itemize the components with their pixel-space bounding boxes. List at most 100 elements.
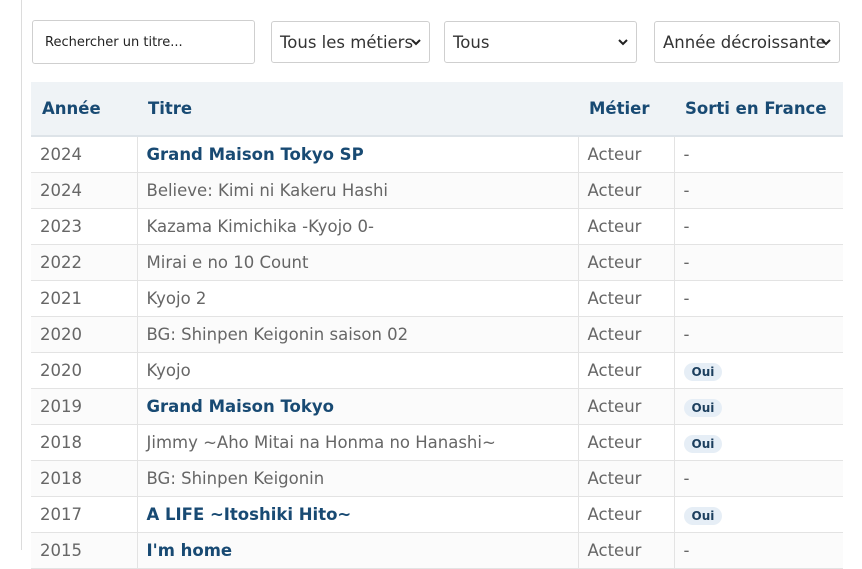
order-select-value: Année décroissante bbox=[663, 32, 826, 52]
released-value: - bbox=[683, 181, 690, 200]
row-title-link[interactable]: Grand Maison Tokyo bbox=[147, 397, 334, 416]
row-job: Acteur bbox=[577, 496, 674, 533]
table-row: 2024 Believe: Kimi ni Kakeru Hashi Acteur - bbox=[31, 172, 843, 209]
row-year: 2024 bbox=[31, 136, 137, 173]
row-year: 2018 bbox=[31, 460, 137, 497]
row-title: BG: Shinpen Keigonin bbox=[146, 469, 325, 488]
row-job: Acteur bbox=[577, 388, 674, 425]
released-value: - bbox=[683, 325, 690, 344]
table-row: 2018 Jimmy ~Aho Mitai na Honma no Hanashi… bbox=[31, 424, 843, 461]
row-released-cell: - bbox=[673, 316, 843, 353]
row-title-cell: Kazama Kimichika -Kyojo 0- bbox=[136, 208, 578, 245]
row-released-cell: Oui bbox=[673, 424, 843, 461]
table-row: 2015 I'm home Acteur - bbox=[31, 532, 843, 569]
row-released-cell: - bbox=[673, 208, 843, 245]
row-title: Kyojo 2 bbox=[146, 289, 207, 308]
row-job: Acteur bbox=[577, 244, 674, 281]
row-title-cell: BG: Shinpen Keigonin bbox=[136, 460, 578, 497]
row-year: 2020 bbox=[31, 352, 137, 389]
table-row: 2023 Kazama Kimichika -Kyojo 0- Acteur - bbox=[31, 208, 843, 245]
row-job: Acteur bbox=[577, 352, 674, 389]
released-value: - bbox=[683, 253, 690, 272]
table-row: 2020 Kyojo Acteur Oui bbox=[31, 352, 843, 389]
table-row: 2019 Grand Maison Tokyo Acteur Oui bbox=[31, 388, 843, 425]
released-value: - bbox=[683, 145, 690, 164]
table-row: 2020 BG: Shinpen Keigonin saison 02 Acteur… bbox=[31, 316, 843, 353]
filter-bar: Tous les métiers Tous Année décroissante bbox=[0, 20, 862, 66]
row-title-cell[interactable]: Grand Maison Tokyo bbox=[136, 388, 578, 425]
released-value: - bbox=[683, 469, 690, 488]
row-title-cell: Kyojo bbox=[136, 352, 578, 389]
row-title: Jimmy ~Aho Mitai na Honma no Hanashi~ bbox=[146, 433, 496, 452]
row-released-cell: - bbox=[673, 532, 843, 569]
released-value: - bbox=[683, 541, 690, 560]
column-header-job[interactable]: Métier bbox=[578, 82, 674, 137]
row-year: 2024 bbox=[31, 172, 137, 209]
released-value: - bbox=[683, 217, 690, 236]
table-row: 2018 BG: Shinpen Keigonin Acteur - bbox=[31, 460, 843, 497]
row-title: Mirai e no 10 Count bbox=[146, 253, 309, 272]
row-year: 2019 bbox=[31, 388, 137, 425]
table-header-row: Année Titre Métier Sorti en France bbox=[31, 82, 843, 137]
released-value: - bbox=[683, 289, 690, 308]
row-job: Acteur bbox=[577, 136, 674, 173]
row-job: Acteur bbox=[577, 460, 674, 497]
row-job: Acteur bbox=[577, 208, 674, 245]
row-title-cell: Kyojo 2 bbox=[136, 280, 578, 317]
row-title: BG: Shinpen Keigonin bbox=[146, 325, 325, 344]
released-badge: Oui bbox=[683, 434, 723, 453]
row-title: Kazama Kimichika -Kyojo 0- bbox=[146, 217, 374, 236]
row-title-cell[interactable]: A LIFE ~Itoshiki Hito~ bbox=[136, 496, 578, 533]
released-badge: Oui bbox=[683, 506, 723, 525]
row-title: Believe: Kimi ni Kakeru Hashi bbox=[146, 181, 389, 200]
chevron-down-icon bbox=[821, 39, 831, 46]
metier-select[interactable]: Tous les métiers bbox=[271, 21, 430, 63]
table-row: 2017 A LIFE ~Itoshiki Hito~ Acteur Oui bbox=[31, 496, 843, 533]
row-title-link[interactable]: A LIFE ~Itoshiki Hito~ bbox=[147, 505, 352, 524]
chevron-down-icon bbox=[618, 39, 628, 46]
row-title-cell: BG: Shinpen Keigonin saison 02 bbox=[136, 316, 578, 353]
table-row: 2024 Grand Maison Tokyo SP Acteur - bbox=[31, 136, 843, 173]
column-header-title[interactable]: Titre bbox=[137, 82, 578, 137]
row-year: 2020 bbox=[31, 316, 137, 353]
row-job: Acteur bbox=[577, 316, 674, 353]
row-title-cell[interactable]: Grand Maison Tokyo SP bbox=[136, 136, 578, 173]
row-title: Kyojo bbox=[146, 361, 191, 380]
row-released-cell: Oui bbox=[673, 352, 843, 389]
row-released-cell: Oui bbox=[673, 388, 843, 425]
row-job: Acteur bbox=[577, 424, 674, 461]
row-title-cell: Jimmy ~Aho Mitai na Honma no Hanashi~ bbox=[136, 424, 578, 461]
row-year: 2017 bbox=[31, 496, 137, 533]
row-title-cell: Mirai e no 10 Count bbox=[136, 244, 578, 281]
row-year: 2023 bbox=[31, 208, 137, 245]
row-released-cell: - bbox=[673, 280, 843, 317]
row-season: saison 02 bbox=[329, 325, 409, 344]
released-badge: Oui bbox=[683, 362, 723, 381]
row-released-cell: - bbox=[673, 460, 843, 497]
row-job: Acteur bbox=[577, 280, 674, 317]
row-released-cell: - bbox=[673, 244, 843, 281]
row-year: 2018 bbox=[31, 424, 137, 461]
order-select[interactable]: Année décroissante bbox=[654, 21, 840, 63]
row-released-cell: Oui bbox=[673, 496, 843, 533]
row-released-cell: - bbox=[673, 172, 843, 209]
released-badge: Oui bbox=[683, 398, 723, 417]
row-title-cell[interactable]: I'm home bbox=[136, 532, 578, 569]
table-row: 2022 Mirai e no 10 Count Acteur - bbox=[31, 244, 843, 281]
column-header-released[interactable]: Sorti en France bbox=[674, 82, 843, 137]
row-title-cell: Believe: Kimi ni Kakeru Hashi bbox=[136, 172, 578, 209]
column-header-year[interactable]: Année bbox=[31, 82, 137, 137]
row-year: 2022 bbox=[31, 244, 137, 281]
row-title-link[interactable]: I'm home bbox=[147, 541, 233, 560]
type-select-value: Tous bbox=[453, 32, 490, 52]
chevron-down-icon bbox=[411, 39, 421, 46]
row-job: Acteur bbox=[577, 172, 674, 209]
filmography-table: Année Titre Métier Sorti en France 2024 G… bbox=[31, 82, 843, 569]
table-row: 2021 Kyojo 2 Acteur - bbox=[31, 280, 843, 317]
metier-select-value: Tous les métiers bbox=[280, 32, 414, 52]
row-released-cell: - bbox=[673, 136, 843, 173]
search-input[interactable] bbox=[32, 20, 255, 64]
row-year: 2015 bbox=[31, 532, 137, 569]
row-title-link[interactable]: Grand Maison Tokyo SP bbox=[147, 145, 364, 164]
type-select[interactable]: Tous bbox=[444, 21, 637, 63]
